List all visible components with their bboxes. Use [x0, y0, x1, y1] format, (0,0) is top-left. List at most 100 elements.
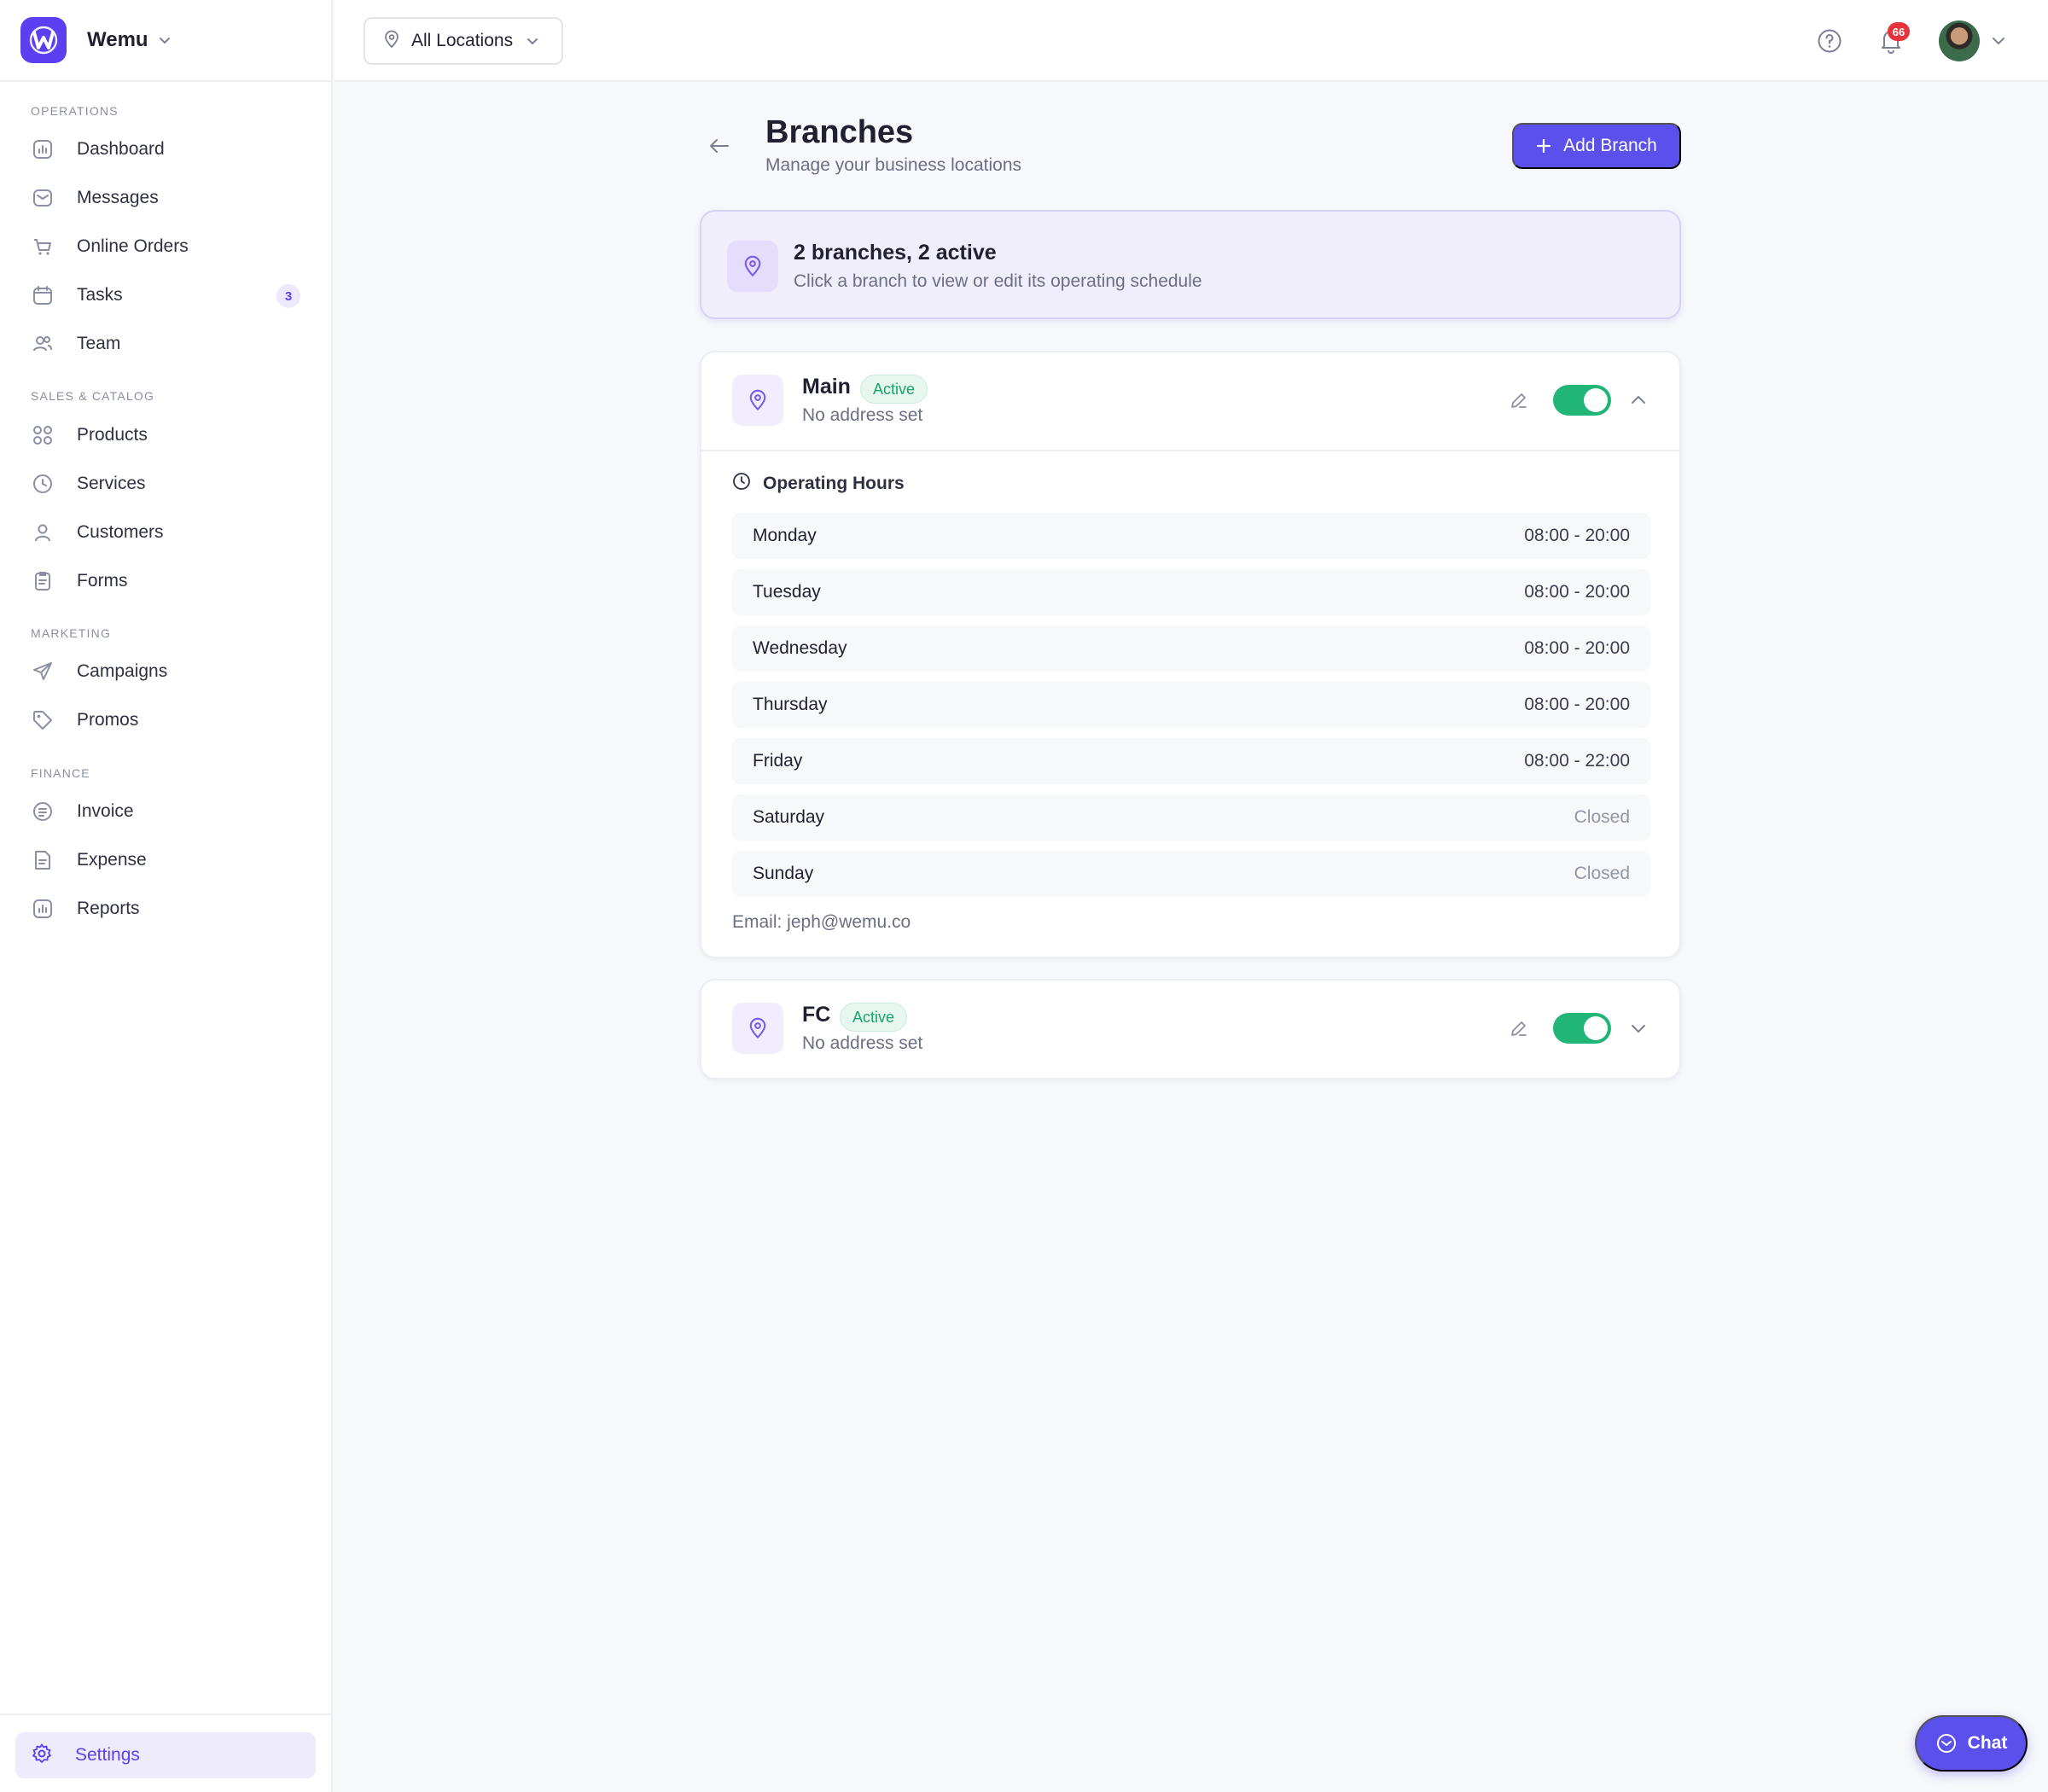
hours-row: Wednesday 08:00 - 20:00	[732, 625, 1650, 672]
hours-time: 08:00 - 20:00	[1524, 695, 1630, 714]
add-branch-button[interactable]: Add Branch	[1512, 123, 1681, 169]
sidebar-item-label: Invoice	[77, 801, 134, 821]
sidebar-item-products[interactable]: Products	[15, 415, 316, 456]
toggle-knob	[1584, 388, 1608, 412]
branch-card-main: Main Active No address set Operating Hou…	[700, 351, 1681, 958]
hours-row: Monday 08:00 - 20:00	[732, 513, 1650, 559]
status-badge: Active	[840, 1003, 908, 1032]
branch-name: FC	[802, 1003, 831, 1027]
hours-time: Closed	[1574, 807, 1630, 827]
topbar: All Locations 66	[335, 0, 2048, 82]
map-pin-icon	[382, 30, 401, 53]
location-select-value: All Locations	[411, 31, 514, 50]
hours-time: 08:00 - 20:00	[1524, 526, 1630, 545]
edit-pencil-icon[interactable]	[1509, 1018, 1529, 1043]
status-badge: Active	[860, 375, 928, 404]
map-pin-icon	[727, 241, 778, 292]
brand-switcher[interactable]: Wemu	[0, 0, 331, 82]
hours-day: Thursday	[753, 695, 828, 714]
sidebar-item-settings[interactable]: Settings	[15, 1732, 316, 1778]
sidebar-item-team[interactable]: Team	[15, 323, 316, 364]
clock-icon	[732, 472, 751, 495]
sidebar-item-invoice[interactable]: Invoice	[15, 791, 316, 832]
mail-icon	[31, 186, 55, 210]
map-pin-icon	[732, 1003, 783, 1054]
clipboard-icon	[31, 569, 55, 593]
tasks-count-badge: 3	[276, 284, 300, 308]
chart-icon	[31, 897, 55, 921]
branch-card-header[interactable]: FC Active No address set	[701, 980, 1679, 1078]
sidebar-item-dashboard[interactable]: Dashboard	[15, 129, 316, 170]
branch-address: No address set	[802, 405, 923, 425]
hours-time: Closed	[1574, 864, 1630, 883]
sidebar-item-label: Tasks	[77, 285, 123, 305]
chat-bubble-icon	[1935, 1732, 1958, 1754]
hours-row: Tuesday 08:00 - 20:00	[732, 569, 1650, 615]
tag-icon	[31, 708, 55, 732]
sidebar-item-label: Online Orders	[77, 236, 189, 256]
sidebar-item-label: Messages	[77, 188, 159, 207]
hours-day: Tuesday	[753, 582, 821, 602]
sidebar-footer: Settings	[0, 1713, 333, 1792]
page-subtitle: Manage your business locations	[765, 155, 1022, 175]
sidebar-item-campaigns[interactable]: Campaigns	[15, 651, 316, 692]
page-header: Branches Manage your business locations …	[700, 111, 1681, 188]
sidebar-item-services[interactable]: Services	[15, 463, 316, 504]
toggle-knob	[1584, 1016, 1608, 1040]
chat-label: Chat	[1967, 1733, 2008, 1753]
gear-icon	[31, 1743, 53, 1769]
sidebar-item-forms[interactable]: Forms	[15, 561, 316, 602]
clock-icon	[31, 472, 55, 496]
map-pin-icon	[732, 375, 783, 426]
hours-row: Friday 08:00 - 22:00	[732, 738, 1650, 784]
hours-time: 08:00 - 22:00	[1524, 751, 1630, 771]
summary-subtitle: Click a branch to view or edit its opera…	[794, 271, 1202, 291]
edit-pencil-icon[interactable]	[1509, 390, 1529, 415]
chevron-down-icon	[157, 32, 172, 48]
back-arrow-icon[interactable]	[708, 137, 730, 160]
branch-active-toggle[interactable]	[1553, 385, 1611, 416]
sidebar-item-label: Reports	[77, 899, 140, 918]
branch-name: Main	[802, 375, 851, 399]
chevron-up-icon[interactable]	[1628, 390, 1649, 415]
cart-icon	[31, 235, 55, 259]
sidebar-item-customers[interactable]: Customers	[15, 512, 316, 553]
add-branch-label: Add Branch	[1563, 136, 1657, 155]
sidebar-item-expense[interactable]: Expense	[15, 840, 316, 881]
plus-icon	[1536, 138, 1551, 154]
sidebar-item-reports[interactable]: Reports	[15, 888, 316, 929]
sidebar-item-label: Promos	[77, 710, 139, 730]
avatar[interactable]	[1939, 20, 1980, 61]
nav-section-finance: Finance	[31, 766, 90, 780]
branch-card-header[interactable]: Main Active No address set	[701, 352, 1679, 450]
user-icon	[31, 521, 55, 544]
help-icon[interactable]	[1816, 27, 1843, 59]
branch-active-toggle[interactable]	[1553, 1013, 1611, 1044]
sidebar-item-label: Dashboard	[77, 139, 165, 159]
calendar-icon	[31, 283, 55, 307]
operating-hours-title: Operating Hours	[763, 473, 905, 493]
sidebar-item-messages[interactable]: Messages	[15, 177, 316, 218]
branch-card-fc: FC Active No address set	[700, 979, 1681, 1079]
hours-row: Sunday Closed	[732, 851, 1650, 897]
chevron-down-icon[interactable]	[1628, 1018, 1649, 1043]
hours-day: Wednesday	[753, 638, 847, 658]
hours-day: Saturday	[753, 807, 825, 827]
sidebar-item-promos[interactable]: Promos	[15, 700, 316, 741]
hours-time: 08:00 - 20:00	[1524, 582, 1630, 602]
hours-day: Friday	[753, 751, 803, 771]
wemu-logo-icon	[20, 17, 67, 63]
hours-day: Sunday	[753, 864, 814, 883]
sidebar-item-label: Campaigns	[77, 661, 168, 681]
sidebar-item-label: Expense	[77, 850, 147, 870]
nav-section-operations: Operations	[31, 104, 119, 118]
summary-title: 2 branches, 2 active	[794, 241, 997, 265]
sidebar-item-online-orders[interactable]: Online Orders	[15, 226, 316, 267]
chevron-down-icon[interactable]	[1990, 32, 2007, 54]
location-select[interactable]: All Locations	[364, 17, 563, 65]
divider	[701, 450, 1679, 451]
grid-icon	[31, 423, 55, 447]
sidebar-item-tasks[interactable]: Tasks 3	[15, 275, 316, 316]
chat-button[interactable]: Chat	[1915, 1715, 2028, 1772]
branch-email: Email: jeph@wemu.co	[732, 912, 911, 932]
